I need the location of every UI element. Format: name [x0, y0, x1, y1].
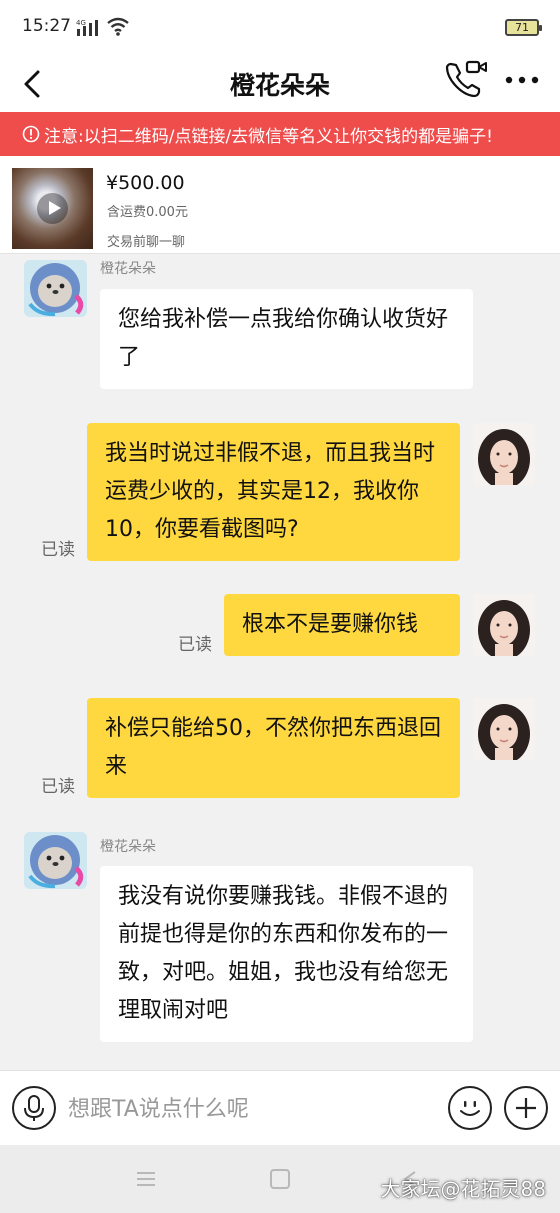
plus-icon: [516, 1098, 536, 1118]
read-status: 已读: [41, 777, 75, 797]
contact-avatar[interactable]: [24, 260, 87, 317]
wifi-icon: [107, 17, 129, 36]
recent-apps-icon[interactable]: [134, 1169, 158, 1189]
warning-text: 注意:以扫二维码/点链接/去微信等名义让你交钱的都是骗子!: [44, 126, 493, 147]
product-thumbnail[interactable]: [12, 168, 93, 249]
chat-before-trade-label: 交易前聊一聊: [107, 235, 186, 250]
message-bubble-outgoing[interactable]: 我当时说过非假不退，而且我当时运费少收的，其实是12，我收你10，你要看截图吗?: [87, 423, 460, 561]
my-avatar[interactable]: [473, 594, 535, 656]
fraud-warning-banner: 注意:以扫二维码/点链接/去微信等名义让你交钱的都是骗子!: [0, 112, 560, 156]
message-bubble-outgoing[interactable]: 补偿只能给50，不然你把东西退回来: [87, 698, 460, 798]
sender-name: 橙花朵朵: [100, 839, 156, 855]
status-time: 15:27: [22, 16, 71, 36]
microphone-icon: [24, 1095, 44, 1121]
more-actions-button[interactable]: [504, 1086, 548, 1130]
smiley-icon: [460, 1101, 480, 1116]
my-avatar[interactable]: [473, 423, 535, 485]
message-input[interactable]: [68, 1091, 428, 1127]
play-video-icon[interactable]: [37, 193, 68, 224]
user-photo-avatar: [473, 423, 535, 485]
system-navigation-bar: 大家坛@花拓灵88: [0, 1145, 560, 1213]
battery-level: 71: [515, 21, 529, 34]
read-status: 已读: [178, 635, 212, 655]
seal-avatar-icon: [24, 832, 87, 889]
contact-avatar[interactable]: [24, 832, 87, 889]
sender-name: 橙花朵朵: [100, 261, 156, 277]
seal-avatar-icon: [24, 260, 87, 317]
warning-info-icon: [22, 125, 40, 143]
message-input-bar: [0, 1070, 560, 1145]
my-avatar[interactable]: [473, 698, 535, 760]
read-status: 已读: [41, 540, 75, 560]
network-type-label: 4G: [76, 19, 86, 27]
message-bubble-incoming[interactable]: 您给我补偿一点我给你确认收货好了: [100, 289, 473, 389]
voice-input-button[interactable]: [12, 1086, 56, 1130]
navigation-bar: 橙花朵朵: [0, 56, 560, 112]
status-bar: 15:27 4G 71: [0, 0, 560, 56]
product-price: ¥500.00: [106, 172, 185, 194]
message-bubble-incoming[interactable]: 我没有说你要赚我钱。非假不退的前提也得是你的东西和你发布的一致，对吧。姐姐，我也…: [100, 866, 473, 1042]
home-icon[interactable]: [270, 1169, 290, 1189]
chat-message-list[interactable]: 橙花朵朵 您给我补偿一点我给你确认收货好了 已读 我当时说过非假不退，而且我当时…: [0, 254, 560, 1070]
phone-video-call-icon[interactable]: [443, 58, 489, 102]
message-bubble-outgoing[interactable]: 根本不是要赚你钱: [224, 594, 460, 656]
emoji-button[interactable]: [448, 1086, 492, 1130]
watermark-text: 大家坛@花拓灵88: [380, 1177, 546, 1201]
more-options-icon[interactable]: [500, 64, 544, 96]
user-photo-avatar: [473, 698, 535, 760]
product-card[interactable]: ¥500.00 含运费0.00元 交易前聊一聊: [0, 156, 560, 254]
battery-icon: 71: [505, 19, 542, 36]
shipping-fee: 含运费0.00元: [107, 205, 188, 220]
user-photo-avatar: [473, 594, 535, 656]
cellular-signal-icon: 4G: [76, 19, 98, 36]
